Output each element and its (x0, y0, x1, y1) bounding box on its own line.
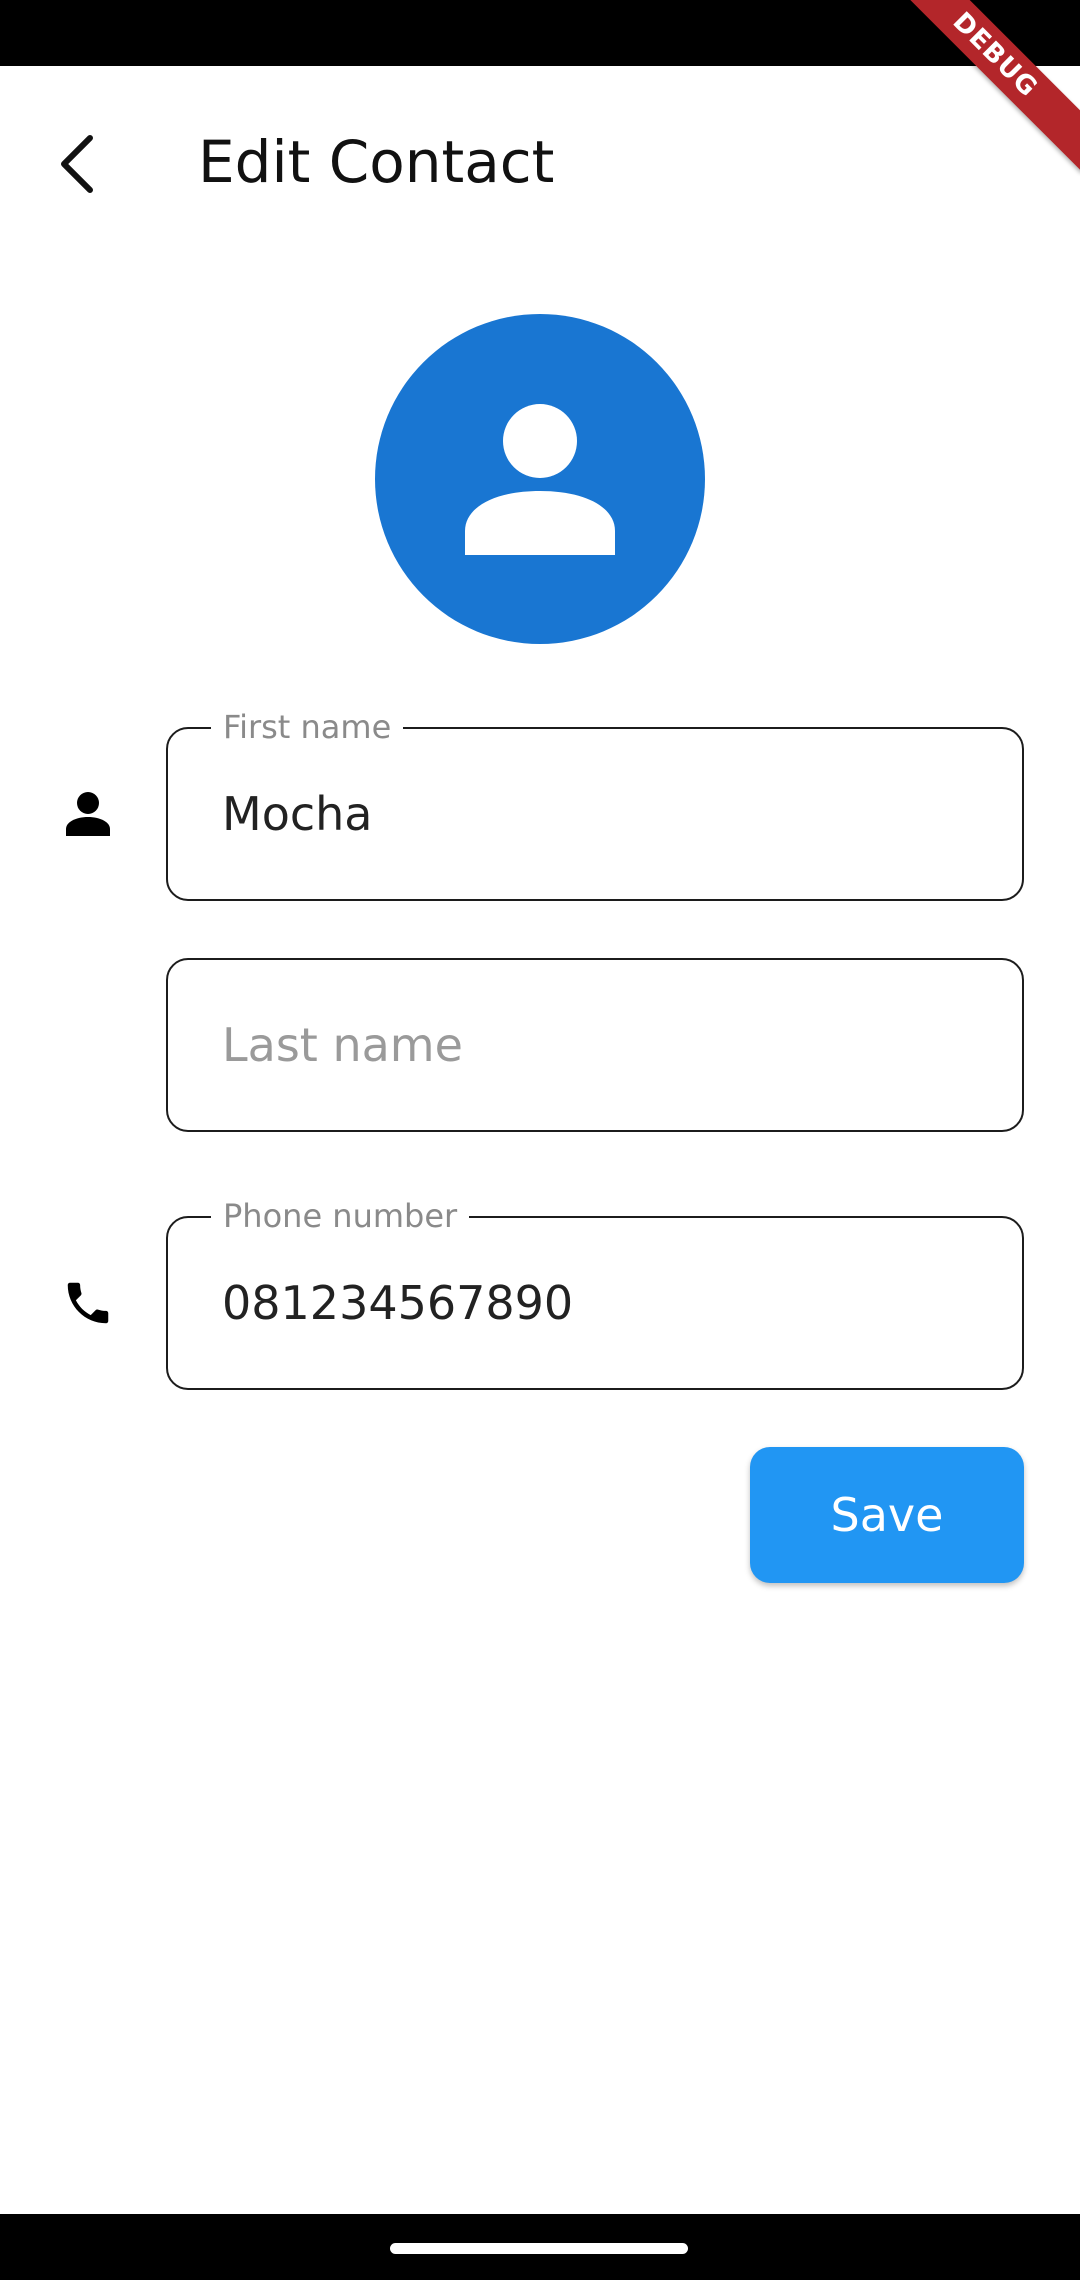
home-indicator[interactable] (390, 2243, 688, 2254)
last-name-input[interactable]: Last name (222, 960, 463, 1134)
last-name-field[interactable]: Last name (166, 958, 1024, 1132)
first-name-row-icon (56, 782, 120, 846)
phone-row-icon (56, 1271, 120, 1335)
person-icon (465, 404, 615, 555)
status-bar (0, 0, 1080, 66)
first-name-field[interactable]: First name Mocha (166, 707, 1024, 903)
chevron-left-icon (61, 135, 93, 193)
back-button[interactable] (40, 126, 116, 202)
person-icon (66, 792, 110, 836)
avatar (375, 314, 705, 644)
first-name-input[interactable]: Mocha (222, 729, 372, 903)
phone-field[interactable]: Phone number 081234567890 (166, 1196, 1024, 1392)
app-bar: Edit Contact (0, 66, 1080, 262)
save-button[interactable]: Save (750, 1447, 1024, 1583)
phone-icon (67, 1282, 109, 1324)
phone-input[interactable]: 081234567890 (222, 1218, 573, 1392)
page-title: Edit Contact (198, 128, 555, 196)
